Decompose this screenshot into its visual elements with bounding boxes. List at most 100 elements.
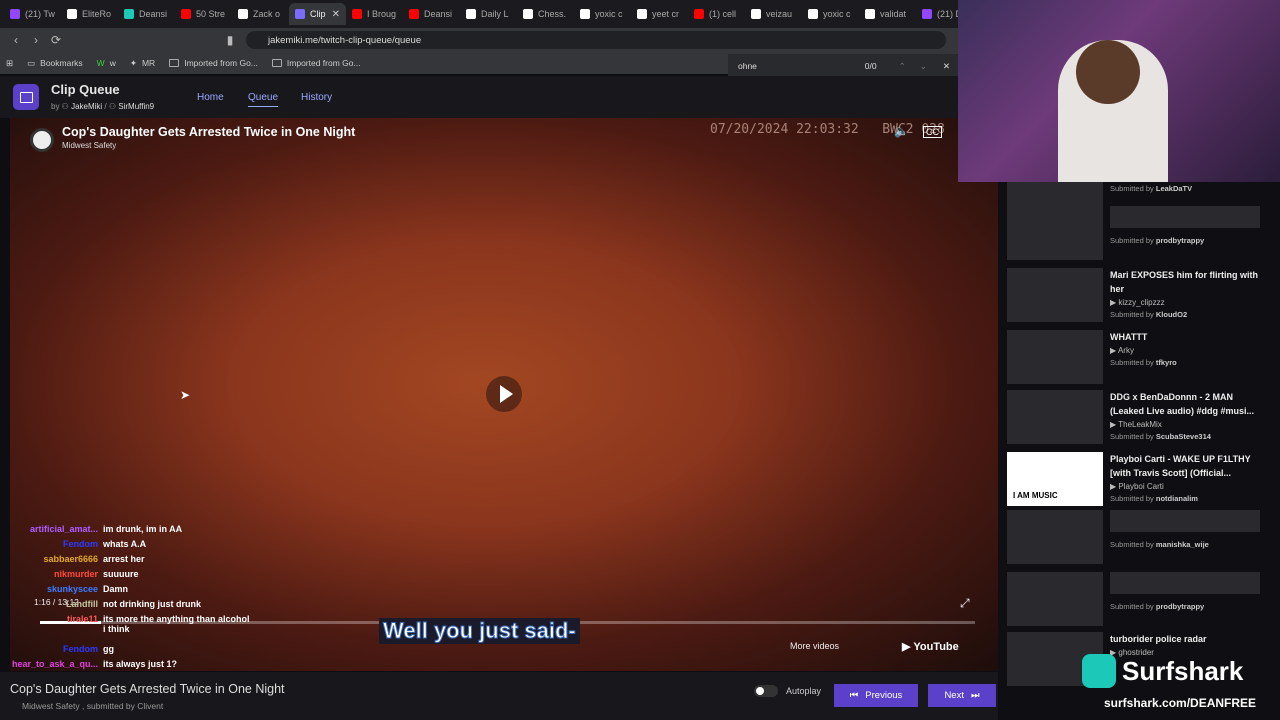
browser-tab[interactable]: Deansi (118, 3, 175, 25)
queue-submitter: Submitted by LeakDaTV (1110, 184, 1193, 193)
find-next-icon[interactable]: ⌄ (920, 61, 927, 72)
back-icon[interactable]: ‹ (6, 33, 26, 47)
queue-title[interactable]: Mari EXPOSES him for flirting with her (1110, 268, 1262, 296)
nav-history[interactable]: History (301, 92, 332, 103)
queue-thumbnail[interactable] (1007, 330, 1103, 384)
queue-submitter: Submitted by KloudO2 (1110, 310, 1188, 319)
browser-tab[interactable]: (1) cell (688, 3, 745, 25)
find-prev-icon[interactable]: ⌃ (899, 61, 906, 72)
browser-tab[interactable]: (21) Tw (4, 3, 61, 25)
bookmark-folder[interactable]: Imported from Go... (169, 58, 258, 68)
autoplay-label: Autoplay (786, 686, 822, 696)
find-count: 0/0 (864, 61, 877, 71)
queue-thumbnail[interactable] (1007, 206, 1103, 260)
sponsor-brand: Surfshark (1122, 656, 1244, 686)
queue-thumbnail[interactable] (1007, 390, 1103, 444)
streamer-head (1076, 40, 1140, 104)
browser-tab[interactable]: I Broug (346, 3, 403, 25)
browser-tab[interactable]: Clip ✕ (289, 3, 346, 25)
forward-icon[interactable]: › (26, 33, 46, 47)
chat-username: nikmurder (53, 569, 98, 579)
folder-icon (271, 59, 282, 67)
browser-tab[interactable]: yoxic c (574, 3, 631, 25)
tab-favicon-icon (352, 9, 362, 19)
app-logo-icon (13, 84, 39, 110)
thumbnail-text: I AM MUSIC (1013, 491, 1058, 500)
play-button[interactable] (486, 376, 522, 412)
bookmark-icon[interactable]: ▮ (220, 33, 240, 47)
chat-message: sabbaer6666 arrest her (0, 554, 300, 569)
queue-title[interactable]: DDG x BenDaDonnn - 2 MAN (Leaked Live au… (1110, 390, 1262, 418)
browser-tab[interactable]: Zack o (232, 3, 289, 25)
find-input[interactable]: ohne (738, 61, 757, 71)
queue-channel: ▶ Arky (1110, 346, 1134, 355)
fullscreen-icon[interactable]: ⤢ (960, 596, 970, 611)
bookmark-folder[interactable]: Imported from Go... (271, 58, 361, 68)
author-link[interactable]: JakeMiki (71, 102, 102, 111)
apps-icon[interactable]: ⊞ (6, 58, 13, 69)
queue-item[interactable]: Submitted by prodbytrappy (1007, 206, 1269, 262)
queue-title[interactable]: Playboi Carti - WAKE UP F1LTHY [with Tra… (1110, 452, 1262, 480)
tab-favicon-icon (808, 9, 818, 19)
queue-item[interactable]: WHATTT ▶ Arky Submitted by tfkyro (1007, 330, 1269, 386)
browser-tab[interactable]: yoxic c (802, 3, 859, 25)
captions-button[interactable]: CC (923, 126, 942, 138)
browser-tab[interactable]: Chess. (517, 3, 574, 25)
queue-title[interactable]: turborider police radar (1110, 632, 1262, 646)
queue-item[interactable]: Mari EXPOSES him for flirting with her ▶ … (1007, 268, 1269, 324)
tab-favicon-icon (67, 9, 77, 19)
bookmark-item[interactable]: ✦ MR (130, 58, 155, 69)
video-channel[interactable]: Midwest Safety (62, 141, 116, 150)
browser-tab[interactable]: EliteRo (61, 3, 118, 25)
browser-tab[interactable]: 50 Stre (175, 3, 232, 25)
sponsor-overlay: Surfshark surfshark.com/DEANFREE (1080, 650, 1280, 720)
reload-icon[interactable]: ⟳ (46, 33, 66, 47)
queue-submitter: Submitted by tfkyro (1110, 358, 1177, 367)
queue-thumbnail[interactable] (1007, 510, 1103, 564)
channel-avatar[interactable] (30, 128, 54, 152)
browser-tab[interactable]: Deansi (403, 3, 460, 25)
queue-thumbnail[interactable] (1007, 572, 1103, 626)
bodycam-timestamp: 07/20/2024 22:03:32 BWC2 028 (710, 122, 945, 137)
footer-title: Cop's Daughter Gets Arrested Twice in On… (10, 682, 285, 696)
browser-tab[interactable]: yeet cr (631, 3, 688, 25)
chat-message: Landfill not drinking just drunk (0, 599, 300, 614)
browser-tab[interactable]: veizau (745, 3, 802, 25)
queue-title[interactable]: WHATTT (1110, 330, 1262, 344)
queue-item[interactable]: DDG x BenDaDonnn - 2 MAN (Leaked Live au… (1007, 390, 1269, 446)
tab-close-icon[interactable]: ✕ (332, 9, 340, 20)
video-title[interactable]: Cop's Daughter Gets Arrested Twice in On… (62, 125, 355, 139)
bookmark-item[interactable]: W w (97, 58, 116, 68)
queue-thumbnail[interactable] (1007, 268, 1103, 322)
volume-icon[interactable]: 🔈 (894, 124, 909, 138)
browser-tab[interactable]: validat (859, 3, 916, 25)
queue-item[interactable]: Submitted by prodbytrappy (1007, 572, 1269, 628)
surfshark-logo-icon (1082, 654, 1116, 688)
bookmark-item[interactable]: ▭ Bookmarks (27, 58, 83, 69)
browser-tab[interactable]: Daily L (460, 3, 517, 25)
chat-text: its more the anything than alcohol i thi… (103, 614, 250, 634)
queue-channel: ▶ kizzy_clipzzz (1110, 298, 1165, 307)
video-caption: Well you just said- (379, 618, 580, 644)
queue-channel: ▶ Playboi Carti (1110, 482, 1164, 491)
nav-queue[interactable]: Queue (248, 92, 279, 107)
more-videos-button[interactable]: More videos (790, 641, 839, 651)
next-button[interactable]: Next ⏭ (928, 684, 996, 707)
url-field[interactable]: jakemiki.me/twitch-clip-queue/queue (246, 31, 946, 49)
chat-message: artificial_amat... im drunk, im in AA (0, 524, 300, 539)
tab-favicon-icon (409, 9, 419, 19)
autoplay-toggle[interactable] (754, 685, 778, 697)
queue-item[interactable]: Submitted by manishka_wije (1007, 510, 1269, 566)
tab-favicon-icon (238, 9, 248, 19)
queue-item[interactable]: I AM MUSIC Playboi Carti - WAKE UP F1LTHY… (1007, 452, 1269, 508)
find-close-icon[interactable]: ✕ (943, 61, 950, 72)
chat-username: artificial_amat... (29, 524, 98, 534)
chat-text: Damn (103, 584, 129, 594)
youtube-logo[interactable]: ▶ YouTube (902, 640, 959, 653)
autoplay-control[interactable]: Autoplay (754, 685, 821, 697)
previous-button[interactable]: ⏮ Previous (834, 684, 918, 707)
queue-thumbnail[interactable]: I AM MUSIC (1007, 452, 1103, 506)
nav-home[interactable]: Home (197, 92, 224, 103)
chat-text: suuuure (103, 569, 139, 579)
author-link[interactable]: SirMuffin9 (118, 102, 154, 111)
